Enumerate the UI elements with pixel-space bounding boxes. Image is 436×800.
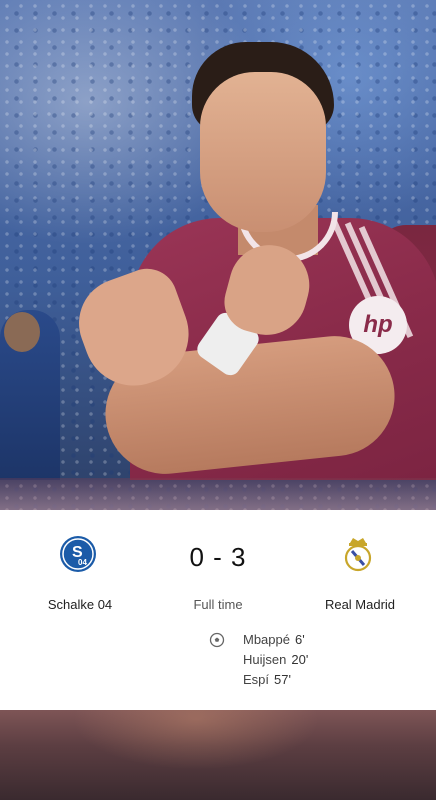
soccer-ball-icon: [209, 632, 225, 648]
player-photo: RN hp ates: [0, 0, 436, 510]
match-score: 0 - 3: [189, 542, 247, 572]
scorer-name: Espí: [243, 672, 270, 687]
scorer-minute: 57': [274, 672, 291, 687]
scorer-minute: 20': [291, 652, 309, 667]
blurred-bottom-background: [0, 710, 436, 800]
match-status: Full time: [193, 597, 243, 612]
background-player-head: [4, 312, 40, 352]
away-team-name[interactable]: Real Madrid: [296, 597, 424, 612]
scorer-row: Mbappé 6': [243, 630, 308, 650]
player-face: [200, 72, 326, 232]
schalke-crest-icon[interactable]: S 04: [59, 535, 97, 573]
scorer-name: Huijsen: [243, 652, 287, 667]
crest-text: 04: [78, 558, 87, 567]
real-madrid-crest-icon[interactable]: [339, 535, 377, 573]
match-result-card[interactable]: S 04 0 - 3 Schalke 04 Full time Real Mad…: [0, 510, 436, 710]
photo-fade: [0, 478, 436, 510]
scorer-row: Espí 57': [243, 670, 308, 690]
scorer-name: Mbappé: [243, 632, 290, 647]
goal-scorers-list: Mbappé 6' Huijsen 20' Espí 57': [243, 630, 308, 690]
scorer-minute: 6': [294, 632, 305, 647]
scorer-row: Huijsen 20': [243, 650, 308, 670]
home-team-name[interactable]: Schalke 04: [18, 597, 142, 612]
